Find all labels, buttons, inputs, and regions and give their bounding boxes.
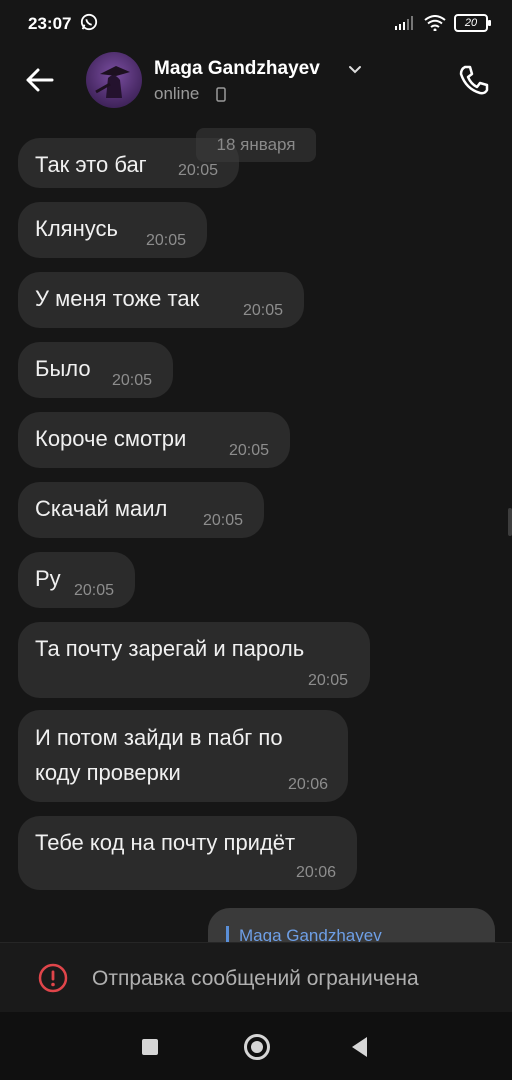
message-text: Та почту зарегай и пароль xyxy=(35,636,305,661)
message-bubble[interactable]: У меня тоже так 20:05 xyxy=(18,272,304,328)
message-bubble[interactable]: Та почту зарегай и пароль 20:05 xyxy=(18,622,370,698)
restriction-text: Отправка сообщений ограничена xyxy=(92,967,419,990)
message-time: 20:05 xyxy=(203,512,244,529)
message-time: 20:05 xyxy=(178,162,219,179)
message-bubble[interactable]: Клянусь 20:05 xyxy=(18,202,207,258)
avatar-image xyxy=(95,66,130,98)
status-time: 23:07 xyxy=(28,14,72,33)
message-bubble[interactable]: Короче смотри 20:05 xyxy=(18,412,290,468)
scroll-indicator[interactable] xyxy=(508,508,512,536)
message-text: Короче смотри xyxy=(35,426,187,451)
chat-header: Maga Gandzhayev online xyxy=(0,46,512,122)
message-text: Тебе код на почту придёт xyxy=(35,830,296,855)
restriction-banner: Отправка сообщений ограничена xyxy=(0,942,512,1013)
message-text: Так это баг xyxy=(35,152,147,177)
message-text-line-2: коду проверки xyxy=(35,760,181,785)
message-time: 20:05 xyxy=(112,372,153,389)
message-time: 20:05 xyxy=(74,582,115,599)
message-text: Клянусь xyxy=(35,216,118,241)
system-nav-bar xyxy=(0,1012,512,1080)
chevron-down-icon[interactable] xyxy=(346,60,364,78)
contact-status: online xyxy=(154,84,200,103)
outgoing-message-bubble[interactable]: Maga Gandzhayev xyxy=(208,908,495,942)
message-time: 20:06 xyxy=(288,776,329,793)
message-bubble[interactable]: Ру 20:05 xyxy=(18,552,135,608)
date-label: 18 января xyxy=(196,128,316,162)
avatar[interactable] xyxy=(86,52,142,108)
phone-call-icon[interactable] xyxy=(454,60,494,100)
message-time: 20:06 xyxy=(296,864,337,881)
message-text: Было xyxy=(35,356,91,381)
message-bubble[interactable]: Скачай маил 20:05 xyxy=(18,482,264,538)
back-arrow-icon[interactable] xyxy=(20,60,60,100)
message-time: 20:05 xyxy=(229,442,270,459)
message-text: Скачай маил xyxy=(35,496,168,521)
message-bubble[interactable]: Было 20:05 xyxy=(18,342,173,398)
message-text: У меня тоже так xyxy=(35,286,200,311)
message-bubble[interactable]: Тебе код на почту придёт 20:06 xyxy=(18,816,357,890)
message-text: Ру xyxy=(35,566,61,591)
home-icon[interactable] xyxy=(244,1034,270,1060)
battery-icon: 20 xyxy=(454,14,491,32)
signal-icon xyxy=(395,16,413,30)
message-list[interactable]: Так это баг 20:05 18 января Клянусь 20:0… xyxy=(0,122,512,942)
message-time: 20:05 xyxy=(146,232,187,249)
reply-quote-name: Maga Gandzhayev xyxy=(239,926,382,942)
message-time: 20:05 xyxy=(243,302,284,319)
message-bubble[interactable]: И потом зайди в пабг по коду проверки 20… xyxy=(18,710,348,802)
wifi-icon xyxy=(424,15,446,31)
status-bar: 23:07 20 xyxy=(0,0,512,46)
warning-circle-icon xyxy=(38,963,68,993)
mobile-device-icon xyxy=(216,87,226,102)
whatsapp-icon xyxy=(80,13,98,31)
message-text-line-1: И потом зайди в пабг по xyxy=(35,725,283,750)
contact-name[interactable]: Maga Gandzhayev xyxy=(154,58,320,80)
battery-level: 20 xyxy=(464,17,478,29)
recent-apps-icon[interactable] xyxy=(142,1039,158,1055)
message-time: 20:05 xyxy=(308,672,349,689)
back-icon[interactable] xyxy=(352,1037,367,1057)
reply-quote-bar xyxy=(226,926,229,942)
